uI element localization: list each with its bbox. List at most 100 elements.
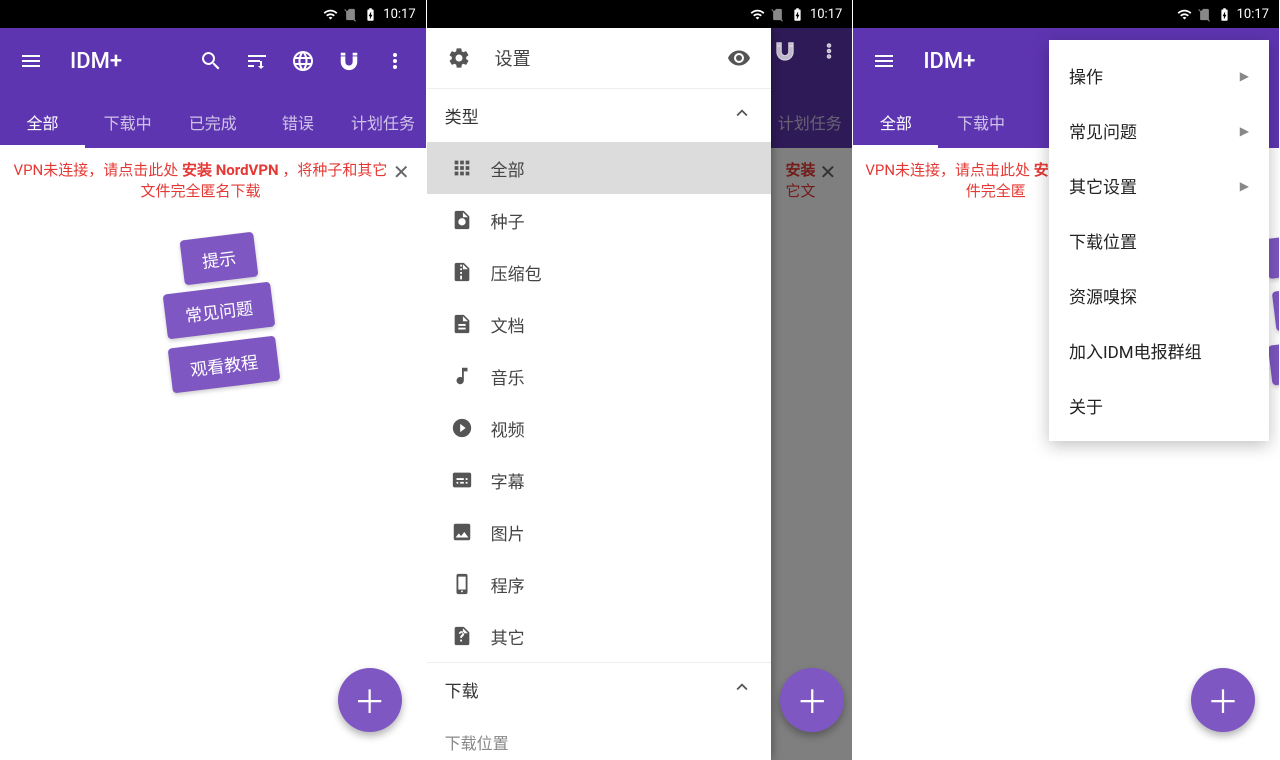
tab-scheduled[interactable]: 计划任务	[341, 94, 426, 148]
search-button[interactable]	[192, 42, 230, 80]
add-download-fab[interactable]: ＋	[338, 668, 402, 732]
wifi-icon	[750, 7, 765, 22]
status-bar: 10:17	[0, 0, 426, 28]
doc-icon	[451, 313, 487, 335]
cat-subtitle[interactable]: 字幕	[427, 454, 771, 506]
tab-bar: 全部 下载中 已完成 错误 计划任务	[0, 94, 426, 148]
menu-about[interactable]: 关于	[1049, 378, 1269, 433]
menu-download-location[interactable]: 下载位置	[1049, 213, 1269, 268]
menu-button[interactable]	[865, 42, 903, 80]
torrent-icon	[451, 209, 487, 231]
faq-chip[interactable]	[1272, 284, 1279, 331]
plus-icon: ＋	[1207, 677, 1239, 723]
battery-icon	[1217, 7, 1232, 22]
tab-all[interactable]: 全部	[853, 94, 938, 148]
gear-icon[interactable]	[445, 46, 473, 70]
screen-overflow: 10:17 IDM+ 全部 下载中 VPN未连接，请点击此处 安装 件完全匿 操…	[853, 0, 1280, 760]
overflow-menu: 操作▶ 常见问题▶ 其它设置▶ 下载位置 资源嗅探 加入IDM电报群组 关于	[1049, 40, 1269, 441]
screen-drawer: 10:17 计划任务 安装它文 ✕ 设置 类型 全部 种子 压缩包 文档 音乐 …	[427, 0, 854, 760]
status-time: 10:17	[810, 7, 842, 22]
plus-icon: ＋	[796, 677, 828, 723]
add-download-fab[interactable]: ＋	[780, 668, 844, 732]
cat-image[interactable]: 图片	[427, 506, 771, 558]
status-time: 10:17	[383, 7, 415, 22]
cat-archive[interactable]: 压缩包	[427, 246, 771, 298]
sort-button[interactable]	[238, 42, 276, 80]
warning-icon	[10, 7, 25, 22]
tutorial-chip[interactable]: 观看教程	[168, 336, 281, 394]
status-time: 10:17	[1237, 7, 1269, 22]
nosim-icon	[1197, 7, 1212, 22]
cat-program[interactable]: 程序	[427, 558, 771, 610]
tab-all[interactable]: 全部	[0, 94, 85, 148]
cat-document[interactable]: 文档	[427, 298, 771, 350]
warning-icon	[863, 7, 878, 22]
battery-icon	[790, 7, 805, 22]
visibility-icon[interactable]	[725, 46, 753, 70]
chevron-right-icon: ▶	[1240, 69, 1249, 83]
chevron-up-icon	[731, 102, 753, 129]
menu-telegram[interactable]: 加入IDM电报群组	[1049, 323, 1269, 378]
image-icon	[883, 7, 898, 22]
cat-video[interactable]: 视频	[427, 402, 771, 454]
app-bar: IDM+	[0, 28, 426, 94]
status-bar: 10:17	[427, 0, 853, 28]
subtitle-icon	[451, 469, 487, 491]
wifi-icon	[323, 7, 338, 22]
drawer-header: 设置	[427, 28, 771, 88]
hint-chips: 提示 常见问题 观看教程	[0, 214, 426, 414]
overflow-icon[interactable]	[818, 40, 840, 62]
battery-icon	[363, 7, 378, 22]
video-icon	[451, 417, 487, 439]
magnet-button[interactable]	[330, 42, 368, 80]
chevron-right-icon: ▶	[1240, 179, 1249, 193]
section-download[interactable]: 下载	[427, 662, 771, 716]
vpn-banner[interactable]: VPN未连接，请点击此处 安装 NordVPN ，将种子和其它文件完全匿名下载 …	[0, 148, 426, 214]
image-icon	[457, 7, 472, 22]
archive-icon	[451, 261, 487, 283]
app-title: IDM+	[923, 49, 975, 74]
tutorial-chip[interactable]	[1268, 338, 1279, 385]
section-type[interactable]: 类型	[427, 88, 771, 142]
cat-other[interactable]: 其它	[427, 610, 771, 662]
menu-sniffer[interactable]: 资源嗅探	[1049, 268, 1269, 323]
cat-all[interactable]: 全部	[427, 142, 771, 194]
download-location-item[interactable]: 下载位置	[427, 716, 771, 760]
menu-button[interactable]	[12, 42, 50, 80]
warning-icon	[437, 7, 452, 22]
app-title: IDM+	[70, 49, 122, 74]
phone-icon	[451, 573, 487, 595]
menu-action[interactable]: 操作▶	[1049, 48, 1269, 103]
faq-chip[interactable]: 常见问题	[163, 282, 276, 340]
screen-main: 10:17 IDM+ 全部 下载中 已完成 错误 计划任务 VPN未连接，请点击…	[0, 0, 427, 760]
obscured-actions	[774, 40, 840, 62]
browser-button[interactable]	[284, 42, 322, 80]
magnet-icon[interactable]	[774, 40, 796, 62]
tab-downloading[interactable]: 下载中	[938, 94, 1023, 148]
picture-icon	[451, 521, 487, 543]
nav-drawer: 设置 类型 全部 种子 压缩包 文档 音乐 视频 字幕 图片 程序 其它 下载 …	[427, 28, 771, 760]
nosim-icon	[770, 7, 785, 22]
wifi-icon	[1177, 7, 1192, 22]
add-download-fab[interactable]: ＋	[1191, 668, 1255, 732]
nosim-icon	[343, 7, 358, 22]
unknown-icon	[451, 625, 487, 647]
chevron-right-icon: ▶	[1240, 124, 1249, 138]
tip-chip[interactable]: 提示	[180, 232, 259, 286]
grid-icon	[451, 157, 487, 179]
vpn-banner-text: VPN未连接，请点击此处 安装 NordVPN ，将种子和其它文件完全匿名下载	[12, 160, 389, 202]
tab-finished[interactable]: 已完成	[170, 94, 255, 148]
close-icon[interactable]: ✕	[389, 160, 414, 184]
tab-error[interactable]: 错误	[255, 94, 340, 148]
menu-faq[interactable]: 常见问题▶	[1049, 103, 1269, 158]
drawer-title: 设置	[495, 45, 531, 71]
tab-downloading[interactable]: 下载中	[85, 94, 170, 148]
menu-other-settings[interactable]: 其它设置▶	[1049, 158, 1269, 213]
music-icon	[451, 365, 487, 387]
plus-icon: ＋	[354, 677, 386, 723]
chevron-up-icon	[731, 676, 753, 703]
cat-torrent[interactable]: 种子	[427, 194, 771, 246]
overflow-button[interactable]	[376, 42, 414, 80]
status-bar: 10:17	[853, 0, 1279, 28]
cat-music[interactable]: 音乐	[427, 350, 771, 402]
